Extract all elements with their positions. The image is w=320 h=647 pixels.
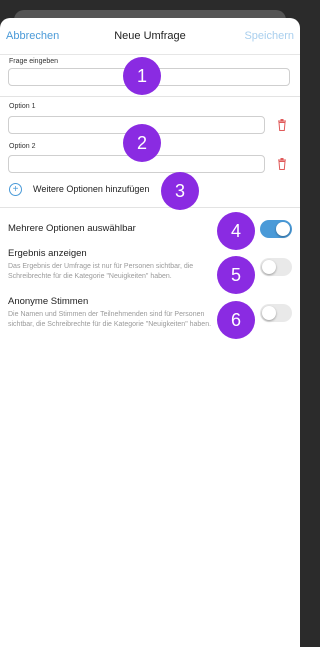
add-option-label: Weitere Optionen hinzufügen [33, 184, 150, 194]
divider [0, 207, 300, 208]
setting-show-result-title: Ergebnis anzeigen [8, 248, 87, 259]
toggle-knob [262, 260, 276, 274]
plus-circle-icon: + [9, 183, 22, 196]
setting-anonymous-votes-description: Die Namen und Stimmen der Teilnehmenden … [8, 311, 212, 328]
question-label: Frage eingeben [9, 58, 59, 65]
toggle-knob [262, 306, 276, 320]
setting-anonymous-votes-toggle[interactable] [260, 304, 292, 322]
marker-3: 3 [161, 172, 199, 210]
setting-show-result-toggle[interactable] [260, 258, 292, 276]
setting-show-result-description: Das Ergebnis der Umfrage ist nur für Per… [8, 263, 194, 280]
add-option-button[interactable]: + Weitere Optionen hinzufügen [9, 182, 179, 198]
divider [0, 96, 300, 97]
marker-2: 2 [123, 124, 161, 162]
setting-multiple-options-title: Mehrere Optionen auswählbar [8, 223, 136, 234]
sheet-header: Abbrechen Neue Umfrage Speichern [0, 18, 300, 55]
toggle-knob [276, 222, 290, 236]
marker-5: 5 [217, 256, 255, 294]
marker-4: 4 [217, 212, 255, 250]
option-1-label: Option 1 [9, 103, 36, 110]
setting-anonymous-votes-title: Anonyme Stimmen [8, 296, 89, 307]
marker-6: 6 [217, 301, 255, 339]
save-button[interactable]: Speichern [244, 30, 294, 42]
setting-multiple-options-toggle[interactable] [260, 220, 292, 238]
new-poll-sheet: Abbrechen Neue Umfrage Speichern Frage e… [0, 18, 300, 647]
marker-1: 1 [123, 57, 161, 95]
trash-icon[interactable] [277, 158, 287, 170]
option-2-label: Option 2 [9, 143, 36, 150]
trash-icon[interactable] [277, 119, 287, 131]
